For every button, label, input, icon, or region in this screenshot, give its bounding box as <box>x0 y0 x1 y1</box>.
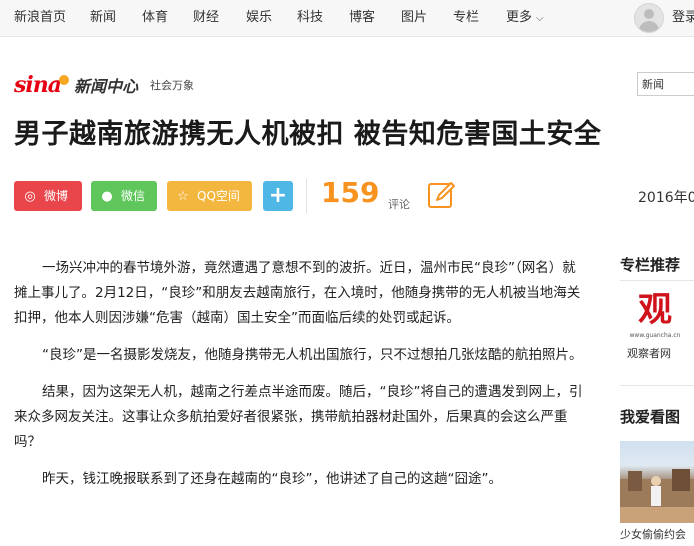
search-channel-select[interactable]: 新闻 <box>637 72 694 96</box>
article-title: 男子越南旅游携无人机被扣 被告知危害国土安全 <box>14 119 602 150</box>
logo-news-center-text: 新闻中心 <box>74 77 139 96</box>
logo-sina-text: sina <box>14 72 62 98</box>
sidebar-photo[interactable] <box>620 441 694 523</box>
star-icon: ☆ <box>177 189 189 204</box>
share-more-button[interactable]: + <box>263 181 293 211</box>
chevron-down-icon: ⌵ <box>536 13 544 24</box>
guancha-logo-char: 观 <box>638 290 672 330</box>
share-qzone-label: QQ空间 <box>197 189 240 203</box>
nav-entertainment[interactable]: 娱乐 <box>246 0 272 36</box>
nav-more[interactable]: 更多 ⌵ <box>506 0 544 36</box>
nav-blog[interactable]: 博客 <box>349 0 375 36</box>
guancha-logo[interactable]: 观 www.guancha.cn <box>627 287 683 339</box>
weibo-icon: ◎ <box>24 189 36 204</box>
wechat-icon: ● <box>101 189 113 204</box>
nav-sina-home[interactable]: 新浪首页 <box>14 0 66 36</box>
article-paragraph: 昨天，钱江晚报联系到了还身在越南的“良珍”，他讲述了自己的这趟“囧途”。 <box>42 471 502 487</box>
nav-photos[interactable]: 图片 <box>401 0 427 36</box>
article-paragraph: “良珍”是一名摄影发烧友，他随身携带无人机出国旅行，只不过想拍几张炫酷的航拍照片… <box>42 347 583 363</box>
write-comment-icon[interactable] <box>427 180 457 210</box>
publish-date: 2016年0 <box>638 190 694 206</box>
nav-news[interactable]: 新闻 <box>90 0 116 36</box>
sina-eye-icon <box>59 75 69 85</box>
photo-caption[interactable]: 少女偷偷约会 <box>620 526 686 542</box>
share-weibo-button[interactable]: ◎ 微博 <box>14 181 82 211</box>
column-caption[interactable]: 观察者网 <box>627 345 671 361</box>
sidebar-divider <box>620 280 694 281</box>
share-qzone-button[interactable]: ☆ QQ空间 <box>167 181 252 211</box>
top-nav-bar: 新浪首页 新闻 体育 财经 娱乐 科技 博客 图片 专栏 更多 ⌵ 登录 <box>0 0 694 37</box>
column-recommend-heading: 专栏推荐 <box>620 256 681 274</box>
guancha-logo-url: www.guancha.cn <box>630 332 681 339</box>
favorite-pics-heading: 我爱看图 <box>620 408 681 426</box>
article-body: 一场兴冲冲的春节境外游，竟然遭遇了意想不到的波折。近日，温州市民“良珍”（网名）… <box>14 256 584 504</box>
share-wechat-label: 微信 <box>121 189 146 203</box>
channel-label[interactable]: 社会万象 <box>150 77 194 93</box>
user-avatar-icon[interactable] <box>634 3 664 33</box>
login-link[interactable]: 登录 <box>672 0 694 36</box>
sina-news-logo[interactable]: sina 新闻中心 <box>14 70 138 100</box>
nav-tech[interactable]: 科技 <box>297 0 323 36</box>
sidebar-divider <box>620 385 694 386</box>
nav-more-label: 更多 <box>506 10 533 25</box>
comment-count[interactable]: 159 <box>321 176 379 209</box>
share-wechat-button[interactable]: ● 微信 <box>91 181 157 211</box>
article-paragraph: 结果，因为这架无人机，越南之行差点半途而废。随后，“良珍”将自己的遭遇发到网上，… <box>14 384 583 450</box>
nav-finance[interactable]: 财经 <box>193 0 219 36</box>
article-paragraph: 一场兴冲冲的春节境外游，竟然遭遇了意想不到的波折。近日，温州市民“良珍”（网名）… <box>14 260 581 326</box>
comment-label[interactable]: 评论 <box>388 196 410 212</box>
nav-columns[interactable]: 专栏 <box>453 0 479 36</box>
share-divider <box>306 179 307 213</box>
share-weibo-label: 微博 <box>44 189 69 203</box>
nav-sports[interactable]: 体育 <box>142 0 168 36</box>
